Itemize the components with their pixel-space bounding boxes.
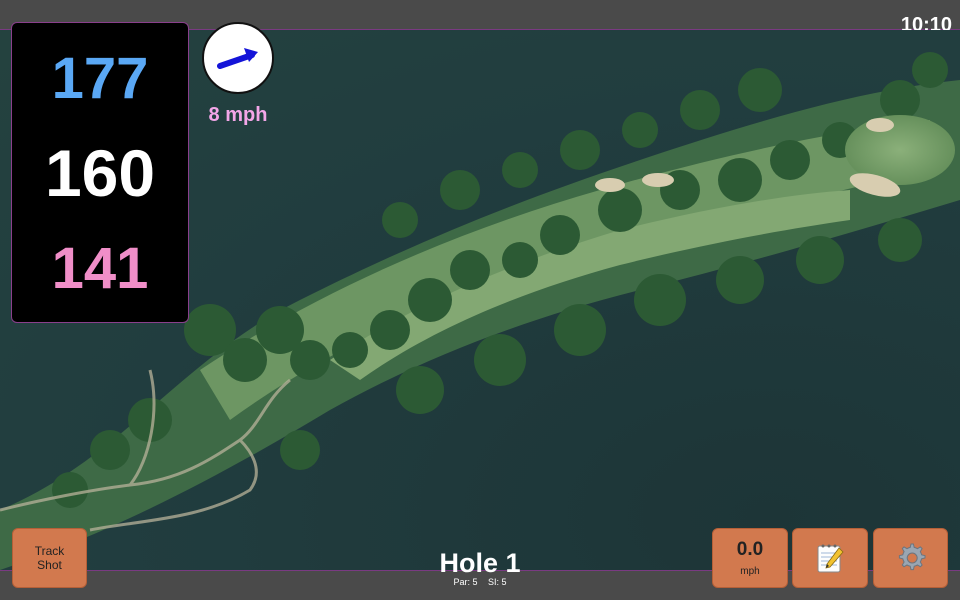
wind-speed: 8 mph (208, 104, 268, 126)
speed-value: 0.0 (736, 538, 764, 560)
hole-stroke-index: SI: 5 (488, 577, 507, 587)
scorecard-button[interactable] (792, 528, 868, 588)
track-shot-button[interactable]: Track Shot (12, 528, 87, 588)
speed-button[interactable]: 0.0 mph (712, 528, 788, 588)
wind-direction-dial (202, 22, 274, 94)
center-yardage: 160 (44, 136, 156, 210)
notepad-icon (817, 544, 844, 573)
track-shot-label-line2: Shot (37, 558, 62, 572)
hole-meta: Par: 5 SI: 5 (380, 577, 580, 587)
track-shot-label-line1: Track (34, 544, 65, 558)
arrow-icon (217, 48, 258, 69)
hole-par: Par: 5 (453, 577, 478, 587)
front-yardage: 141 (51, 236, 149, 301)
gear-icon (898, 543, 925, 571)
hole-title: Hole 1 (439, 548, 521, 578)
settings-button[interactable] (873, 528, 948, 588)
yardage-panel[interactable]: 177 160 141 (11, 22, 189, 323)
back-yardage: 177 (51, 46, 149, 111)
speed-unit: mph (740, 565, 760, 577)
